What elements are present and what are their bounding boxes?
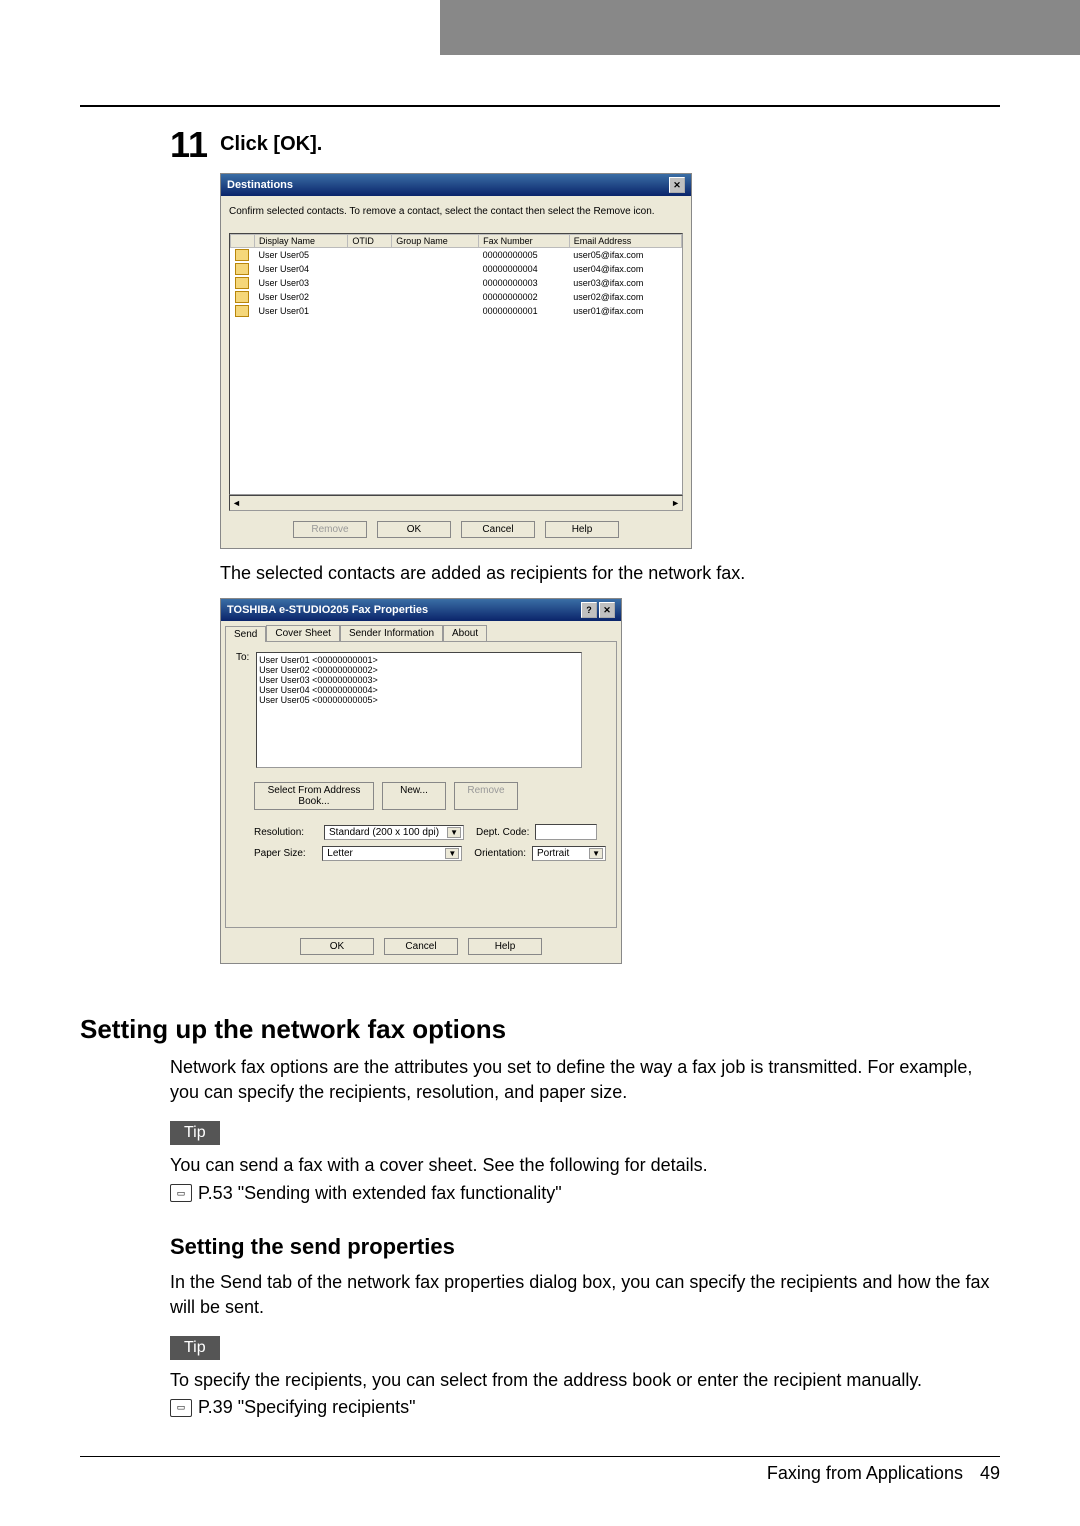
address-book-button[interactable]: Select From Address Book... [254,782,374,810]
help-icon[interactable]: ? [581,602,597,618]
resolution-label: Resolution: [254,827,318,838]
orientation-select[interactable]: Portrait [532,846,606,861]
section-body: Network fax options are the attributes y… [170,1055,1000,1105]
bottom-buttons: OK Cancel Help [221,938,621,963]
table-row[interactable]: User User0400000000004user04@ifax.com [231,262,682,276]
reference-link: ▭ P.53 "Sending with extended fax functi… [170,1183,1000,1204]
table-row[interactable]: User User0200000000002user02@ifax.com [231,290,682,304]
col-fax-number[interactable]: Fax Number [479,235,570,248]
help-button[interactable]: Help [545,521,619,538]
section-heading: Setting up the network fax options [80,1014,1000,1045]
close-icon[interactable]: ✕ [599,602,615,618]
contact-icon [235,291,249,303]
result-caption: The selected contacts are added as recip… [220,563,1000,584]
tab-sender-info[interactable]: Sender Information [340,625,443,641]
to-label: To: [236,652,249,663]
help-button[interactable]: Help [468,938,542,955]
col-otid[interactable]: OTID [348,235,392,248]
page-content: 11 Click [OK]. Destinations ✕ Confirm se… [0,105,1080,1514]
new-button[interactable]: New... [382,782,446,810]
cancel-button[interactable]: Cancel [461,521,535,538]
reference-text: P.39 "Specifying recipients" [198,1397,416,1418]
resolution-row: Resolution: Standard (200 x 100 dpi) Dep… [254,824,606,840]
dialog-instruction: Confirm selected contacts. To remove a c… [229,206,683,217]
orientation-label: Orientation: [474,848,526,859]
tip-badge: Tip [170,1336,220,1360]
cancel-button[interactable]: Cancel [384,938,458,955]
tab-send[interactable]: Send [225,626,266,642]
table-row[interactable]: User User0100000000001user01@ifax.com [231,304,682,318]
dialog-title: Destinations [227,179,293,191]
remove-button[interactable]: Remove [293,521,367,538]
contact-icon [235,263,249,275]
book-icon: ▭ [170,1399,192,1417]
step-number: 11 [170,127,208,163]
step-title: Click [OK]. [220,133,322,156]
col-display-name[interactable]: Display Name [255,235,348,248]
scrollbar[interactable]: ◄► [229,495,683,511]
col-email[interactable]: Email Address [569,235,681,248]
reference-text: P.53 "Sending with extended fax function… [198,1183,562,1204]
tab-bar: Send Cover Sheet Sender Information Abou… [221,621,621,641]
col-group-name[interactable]: Group Name [392,235,479,248]
destinations-dialog: Destinations ✕ Confirm selected contacts… [220,173,692,549]
subsection-heading: Setting the send properties [170,1234,1000,1260]
titlebar: Destinations ✕ [221,174,691,196]
tab-cover-sheet[interactable]: Cover Sheet [266,625,340,641]
dept-code-input[interactable] [535,824,597,840]
ok-button[interactable]: OK [377,521,451,538]
dept-code-label: Dept. Code: [476,827,529,838]
recipient-buttons: Select From Address Book... New... Remov… [254,782,606,810]
titlebar: TOSHIBA e-STUDIO205 Fax Properties ? ✕ [221,599,621,621]
tab-about[interactable]: About [443,625,487,641]
dialog-buttons: Remove OK Cancel Help [229,521,683,538]
paper-size-select[interactable]: Letter [322,846,462,861]
recipients-list[interactable]: User User01 <00000000001> User User02 <0… [256,652,582,768]
fax-properties-dialog: TOSHIBA e-STUDIO205 Fax Properties ? ✕ S… [220,598,622,964]
tip-badge: Tip [170,1121,220,1145]
page-number: 49 [980,1463,1000,1483]
contacts-table[interactable]: Display Name OTID Group Name Fax Number … [229,233,683,495]
paper-size-row: Paper Size: Letter Orientation: Portrait [254,846,606,861]
footer-text: Faxing from Applications [767,1463,963,1483]
contact-icon [235,305,249,317]
scroll-left-icon[interactable]: ◄ [232,498,241,508]
remove-recipient-button[interactable]: Remove [454,782,518,810]
dialog-title: TOSHIBA e-STUDIO205 Fax Properties [227,604,428,616]
reference-link: ▭ P.39 "Specifying recipients" [170,1397,1000,1418]
table-row[interactable]: User User0500000000005user05@ifax.com [231,248,682,263]
contact-icon [235,277,249,289]
send-tab-panel: To: User User01 <00000000001> User User0… [225,641,617,928]
ok-button[interactable]: OK [300,938,374,955]
table-header: Display Name OTID Group Name Fax Number … [231,235,682,248]
header-bar [440,0,1080,55]
table-row[interactable]: User User0300000000003user03@ifax.com [231,276,682,290]
tip-body: You can send a fax with a cover sheet. S… [170,1153,1000,1178]
book-icon: ▭ [170,1184,192,1202]
scroll-right-icon[interactable]: ► [671,498,680,508]
subsection-body: In the Send tab of the network fax prope… [170,1270,1000,1320]
resolution-select[interactable]: Standard (200 x 100 dpi) [324,825,464,840]
page-footer: Faxing from Applications 49 [80,1448,1000,1484]
divider [80,105,1000,107]
close-icon[interactable]: ✕ [669,177,685,193]
paper-size-label: Paper Size: [254,848,316,859]
tip-body: To specify the recipients, you can selec… [170,1368,1000,1393]
contact-icon [235,249,249,261]
step-heading: 11 Click [OK]. [170,127,1000,163]
